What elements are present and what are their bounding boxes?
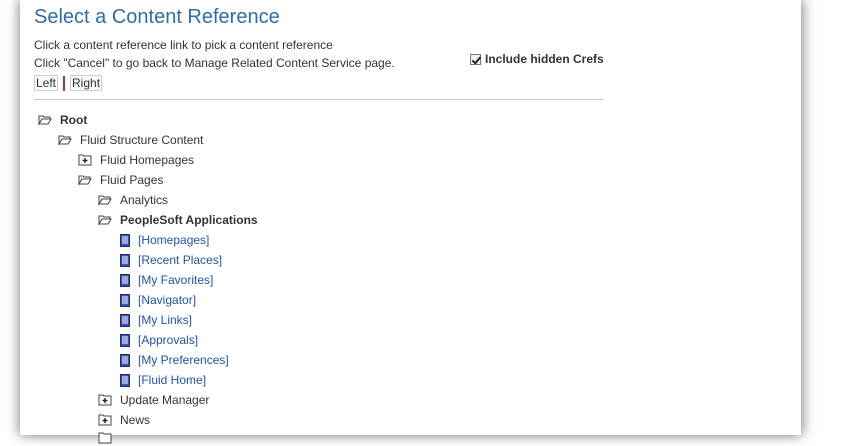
left-right-toggle: Left Right	[34, 75, 103, 91]
content-reference-link: [My Preferences]	[138, 353, 229, 367]
document-icon	[120, 333, 130, 347]
left-right-separator	[63, 75, 66, 91]
tree-node-partial[interactable]	[98, 430, 112, 446]
tree-node-root[interactable]: Root	[38, 112, 87, 128]
tree-node-label: Root	[60, 113, 88, 127]
tree-node-label: PeopleSoft Applications	[120, 213, 258, 227]
tree-leaf-approvals[interactable]: [Approvals]	[120, 332, 198, 348]
instruction-text-1: Click a content reference link to pick a…	[34, 38, 333, 52]
folder-open-icon	[58, 135, 72, 146]
tree-node-fluid-pages[interactable]: Fluid Pages	[78, 172, 163, 188]
content-reference-link: [My Favorites]	[138, 273, 214, 287]
tree-node-label: Update Manager	[120, 393, 210, 407]
tree-leaf-my-preferences[interactable]: [My Preferences]	[120, 352, 229, 368]
content-reference-link: [Navigator]	[138, 293, 197, 307]
tree-node-label: News	[120, 413, 151, 427]
folder-open-icon	[38, 115, 52, 126]
tree-leaf-fluid-home[interactable]: [Fluid Home]	[120, 372, 206, 388]
content-reference-link: [Homepages]	[138, 233, 210, 247]
divider	[34, 99, 603, 100]
left-button[interactable]: Left	[34, 75, 59, 91]
tree-node-label: Fluid Pages	[100, 173, 164, 187]
content-reference-link: [Approvals]	[138, 333, 199, 347]
folder-plus-icon	[98, 414, 112, 426]
folder-open-icon	[78, 175, 92, 186]
tree-node-update-manager[interactable]: Update Manager	[98, 392, 209, 408]
include-hidden-crefs-label: Include hidden Crefs	[485, 52, 604, 66]
tree-node-label: Analytics	[120, 193, 169, 207]
document-icon	[120, 233, 130, 247]
document-icon	[120, 373, 130, 387]
tree-node-fluid-structure-content[interactable]: Fluid Structure Content	[58, 132, 203, 148]
include-hidden-crefs-checkbox[interactable]	[470, 53, 481, 65]
tree-leaf-my-links[interactable]: [My Links]	[120, 312, 192, 328]
right-button[interactable]: Right	[70, 75, 103, 91]
tree-node-news[interactable]: News	[98, 412, 150, 428]
content-reference-link: [Fluid Home]	[138, 373, 207, 387]
document-icon	[120, 293, 130, 307]
folder-plus-icon	[98, 394, 112, 406]
page-title: Select a Content Reference	[34, 6, 280, 28]
tree-leaf-navigator[interactable]: [Navigator]	[120, 292, 196, 308]
tree-node-analytics[interactable]: Analytics	[98, 192, 168, 208]
tree-node-label: Fluid Homepages	[100, 153, 195, 167]
folder-open-icon	[98, 215, 112, 226]
document-icon	[120, 273, 130, 287]
instruction-text-2: Click "Cancel" to go back to Manage Rela…	[34, 56, 395, 70]
tree-leaf-recent-places[interactable]: [Recent Places]	[120, 252, 222, 268]
document-icon	[120, 353, 130, 367]
tree-node-peoplesoft-applications[interactable]: PeopleSoft Applications	[98, 212, 258, 228]
folder-plus-icon	[98, 432, 112, 444]
tree-node-fluid-homepages[interactable]: Fluid Homepages	[78, 152, 194, 168]
content-reference-link: [Recent Places]	[138, 253, 223, 267]
folder-open-icon	[98, 195, 112, 206]
include-hidden-crefs-option[interactable]: Include hidden Crefs	[470, 52, 604, 66]
content-reference-link: [My Links]	[138, 313, 193, 327]
document-icon	[120, 253, 130, 267]
tree-leaf-homepages[interactable]: [Homepages]	[120, 232, 209, 248]
tree-node-label: Fluid Structure Content	[80, 133, 204, 147]
tree-leaf-my-favorites[interactable]: [My Favorites]	[120, 272, 213, 288]
content-reference-panel: Select a Content Reference Click a conte…	[20, 0, 801, 444]
document-icon	[120, 313, 130, 327]
folder-plus-icon	[78, 154, 92, 166]
